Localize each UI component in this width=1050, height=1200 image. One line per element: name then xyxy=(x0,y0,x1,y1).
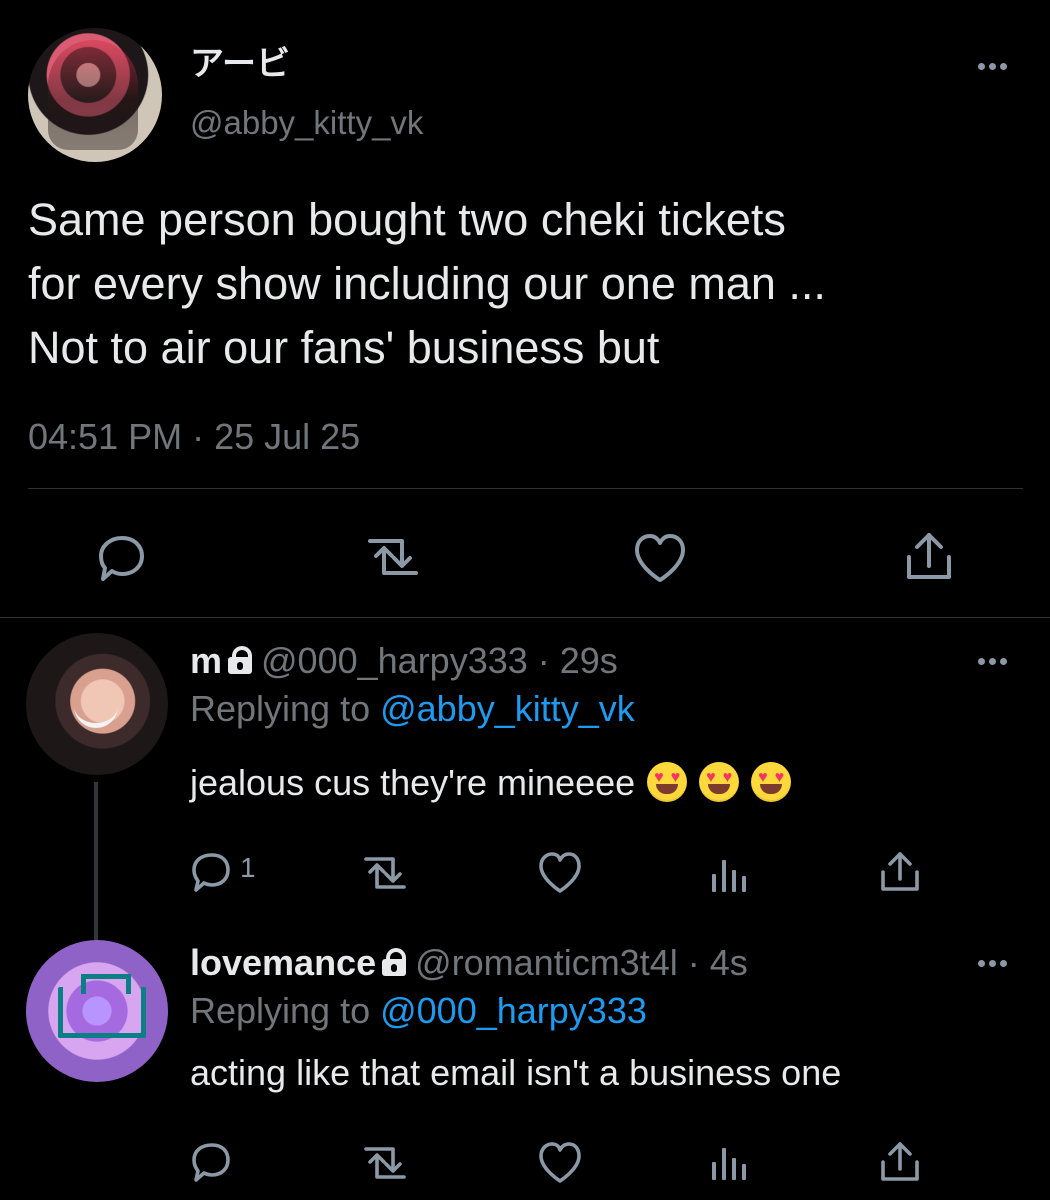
analytics-icon[interactable] xyxy=(708,1142,750,1184)
reply-handle[interactable]: @000_harpy333 xyxy=(261,640,528,681)
share-icon[interactable] xyxy=(900,528,958,588)
reply-separator: · xyxy=(677,942,710,983)
reply-icon[interactable] xyxy=(92,528,152,588)
reply-time[interactable]: 29s xyxy=(560,640,618,681)
replying-to: Replying to @abby_kitty_vk xyxy=(190,688,635,730)
lock-icon xyxy=(381,948,407,976)
reply-header: m @000_harpy333 · 29s xyxy=(190,640,618,682)
replying-label: Replying to xyxy=(190,688,381,729)
more-dot xyxy=(978,960,985,967)
more-dot xyxy=(1000,960,1007,967)
more-dot xyxy=(989,960,996,967)
more-icon[interactable] xyxy=(978,960,1008,968)
reply-header: lovemance @romanticm3t4l · 4s xyxy=(190,942,748,984)
like-icon[interactable] xyxy=(536,850,584,896)
replying-to: Replying to @000_harpy333 xyxy=(190,990,647,1032)
reply-count: 1 xyxy=(240,852,256,883)
lock-icon xyxy=(227,646,253,674)
reply-text: acting like that email isn't a business … xyxy=(190,1052,842,1093)
main-divider xyxy=(28,488,1023,489)
more-dot xyxy=(1000,658,1007,665)
reply-display-name[interactable]: m xyxy=(190,640,222,681)
emoji-mouth xyxy=(708,784,731,794)
reply-tweet: m @000_harpy333 · 29s Replying to @abby_k… xyxy=(0,618,1050,942)
lock-hole xyxy=(391,964,398,972)
reply-icon[interactable] xyxy=(188,1138,236,1186)
replying-mention[interactable]: @abby_kitty_vk xyxy=(380,688,635,729)
heart-eyes-emoji xyxy=(699,762,740,802)
reply-avatar[interactable] xyxy=(26,940,168,1082)
main-handle[interactable]: @abby_kitty_vk xyxy=(190,104,423,142)
analytics-icon[interactable] xyxy=(708,854,750,896)
more-icon[interactable] xyxy=(978,658,1008,666)
reply-handle[interactable]: @romanticm3t4l xyxy=(415,942,678,983)
heart-eyes-emoji xyxy=(751,762,792,802)
replying-mention[interactable]: @000_harpy333 xyxy=(380,990,647,1031)
more-dot xyxy=(989,658,996,665)
like-icon[interactable] xyxy=(630,530,690,586)
retweet-icon[interactable] xyxy=(358,530,428,584)
reply-icon[interactable] xyxy=(188,848,236,896)
more-icon[interactable] xyxy=(978,63,1008,71)
reply-display-name[interactable]: lovemance xyxy=(190,942,376,983)
heart-eyes-emoji xyxy=(647,762,688,802)
main-avatar[interactable] xyxy=(28,28,162,162)
emoji-mouth xyxy=(656,784,679,794)
more-dot xyxy=(989,63,996,70)
retweet-icon[interactable] xyxy=(356,1140,414,1186)
reply-time[interactable]: 4s xyxy=(710,942,748,983)
share-icon[interactable] xyxy=(876,848,924,896)
main-tweet-text: Same person bought two cheki tickets for… xyxy=(28,194,826,373)
share-icon[interactable] xyxy=(876,1138,924,1186)
logo-mark xyxy=(58,974,146,1038)
reply-text-value: jealous cus they're mineeee xyxy=(190,762,636,803)
more-dot xyxy=(978,658,985,665)
reply-separator: · xyxy=(527,640,560,681)
main-display-name[interactable]: アービ xyxy=(190,36,290,85)
thread-line xyxy=(94,782,98,942)
lock-hole xyxy=(237,662,244,670)
more-dot xyxy=(1000,63,1007,70)
reply-text: jealous cus they're mineeee xyxy=(190,762,792,804)
reply-avatar[interactable] xyxy=(26,633,168,775)
reply-tweet: lovemance @romanticm3t4l · 4s Replying to… xyxy=(0,928,1050,1200)
like-icon[interactable] xyxy=(536,1140,584,1186)
more-dot xyxy=(978,63,985,70)
main-tweet: アービ @abby_kitty_vk Same person bought tw… xyxy=(0,0,1050,618)
main-timestamp[interactable]: 04:51 PM · 25 Jul 25 xyxy=(28,416,360,458)
replying-label: Replying to xyxy=(190,990,381,1031)
retweet-icon[interactable] xyxy=(356,850,414,896)
emoji-mouth xyxy=(760,784,783,794)
